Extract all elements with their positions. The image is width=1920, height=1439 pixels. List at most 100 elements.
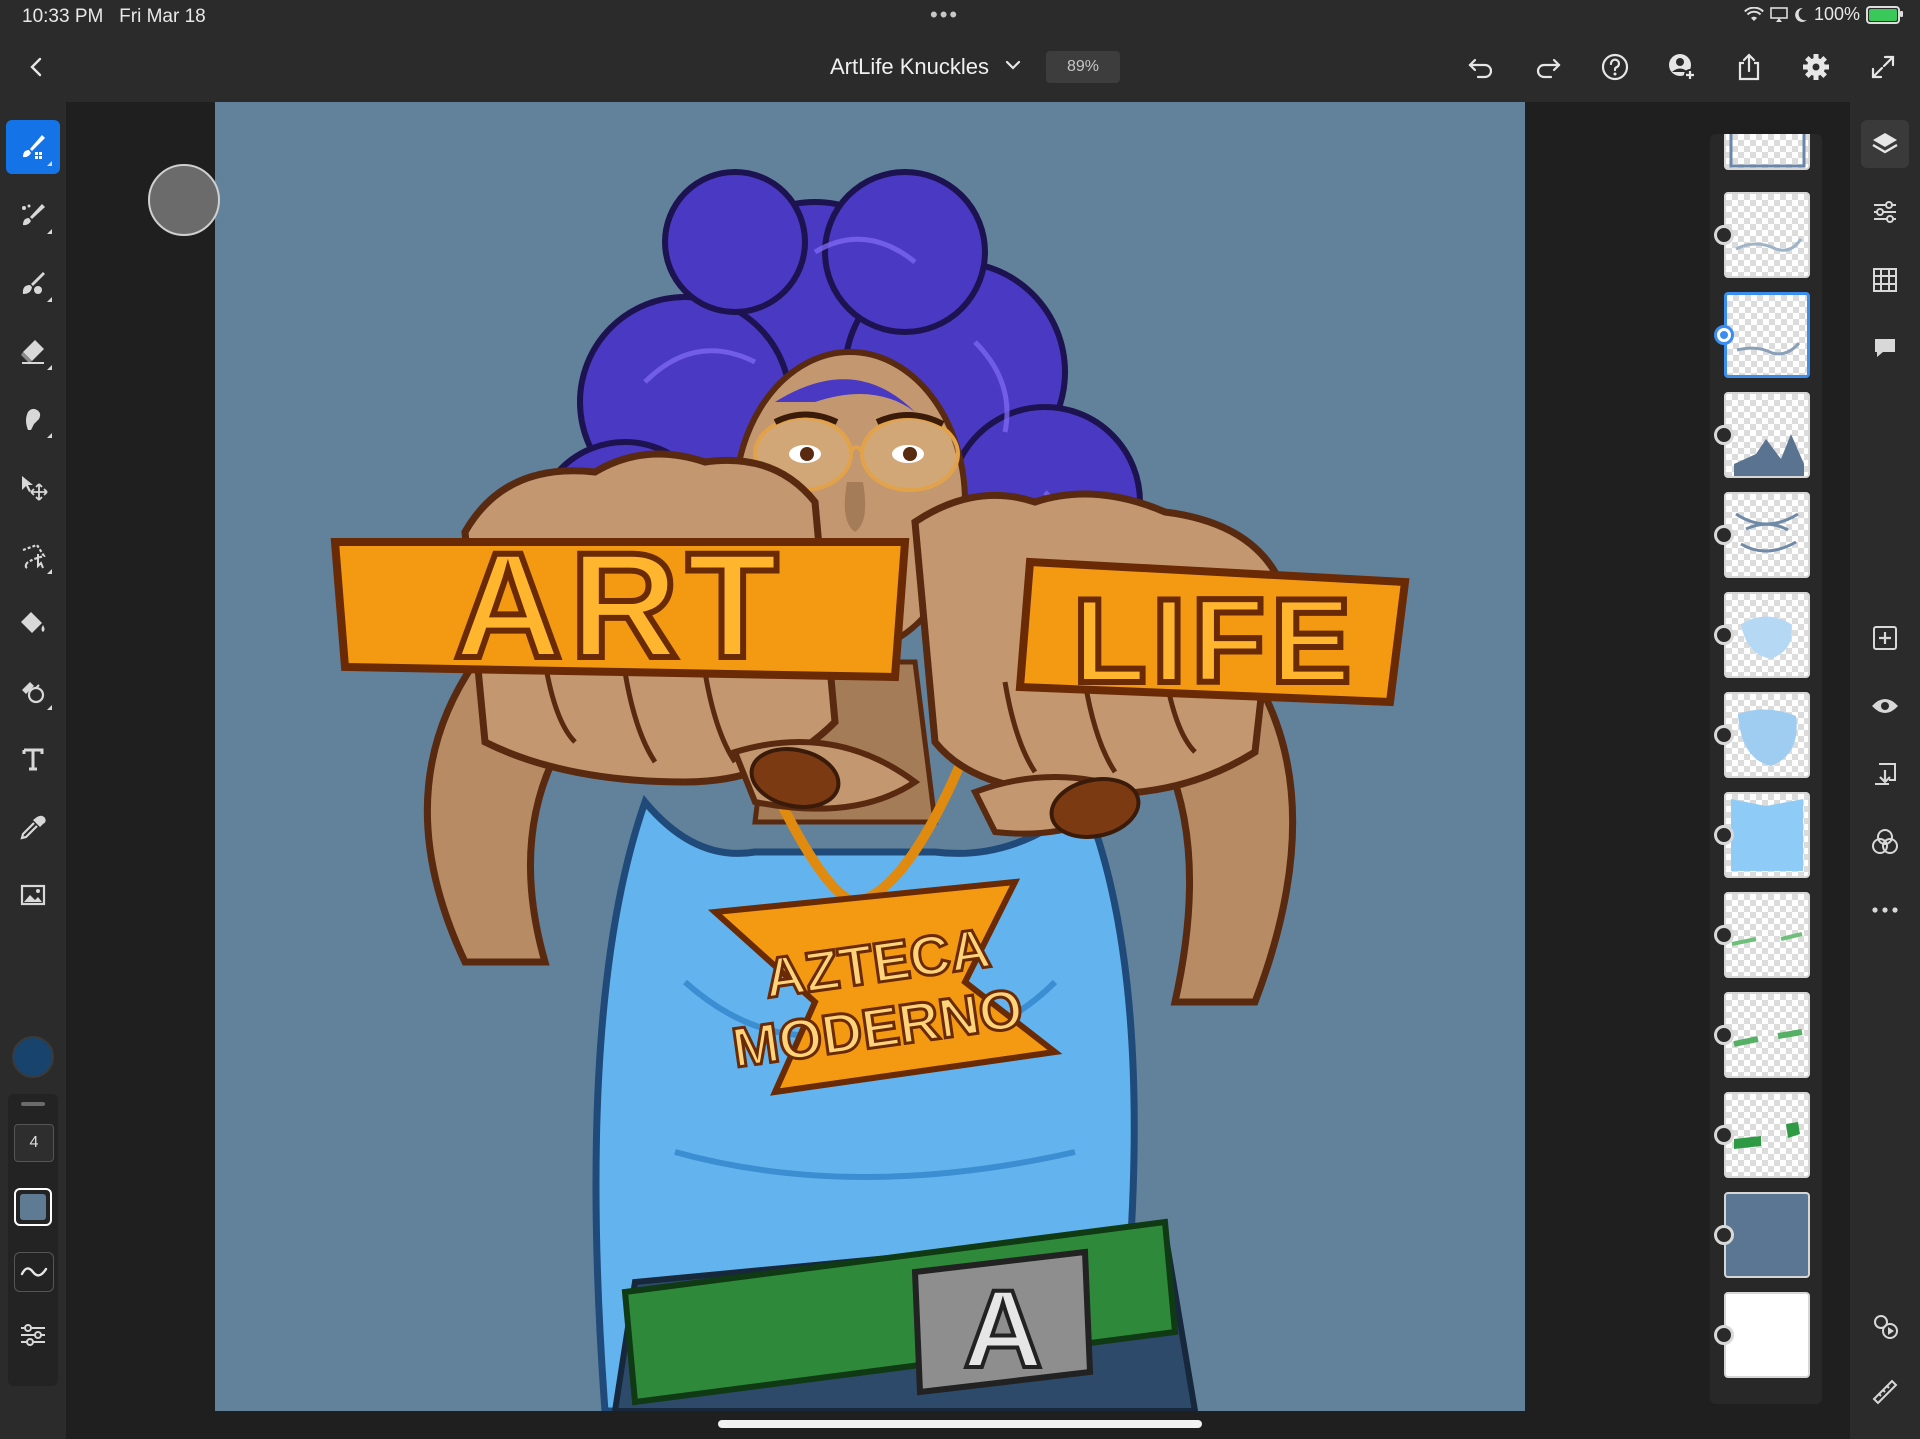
layer-thumbnail[interactable] [1724,134,1810,170]
layer-visibility-dot[interactable] [1714,225,1734,245]
panel-grip[interactable] [21,1102,45,1106]
adjustments-button[interactable] [1861,188,1909,236]
brush-tool[interactable] [6,120,60,174]
undo-button[interactable] [1464,50,1498,84]
artwork-canvas[interactable]: AZTECA MODERNO ART LIFE A [215,102,1525,1411]
image-place-icon [20,884,46,906]
clone-stamp-tool[interactable] [6,664,60,718]
undo-icon [1468,58,1493,79]
brush-options-button[interactable] [14,1316,52,1354]
lasso-icon [22,543,46,569]
multitasking-dots[interactable]: ••• [930,2,959,28]
redo-icon [1536,58,1561,79]
layer-visibility-dot[interactable] [1714,925,1734,945]
layer-visibility-dot[interactable] [1714,1025,1734,1045]
smoothing-wave-icon [20,1267,48,1277]
wifi-icon [1744,6,1764,21]
pixel-brush-icon [22,204,45,226]
help-icon [1601,53,1629,81]
move-tool[interactable] [6,460,60,514]
add-layer-icon [1873,626,1897,650]
moon-icon [1795,7,1807,22]
paint-bucket-tool[interactable] [6,596,60,650]
foreground-color-swatch[interactable] [12,1036,54,1078]
layers-button[interactable] [1861,120,1909,168]
pixel-brush-tool[interactable] [6,188,60,242]
visibility-button[interactable] [1861,682,1909,730]
layer-visibility-dot[interactable] [1714,825,1734,845]
settings-button[interactable] [1799,50,1833,84]
system-icons: 100% [1744,4,1903,25]
add-layer-button[interactable] [1861,614,1909,662]
layer-thumbnail-base[interactable] [1724,1292,1810,1378]
layer-visibility-dot[interactable] [1714,1325,1734,1345]
layer-thumbnail[interactable] [1724,492,1810,578]
share-button[interactable] [1732,50,1766,84]
smoothing-button[interactable] [14,1252,54,1292]
fullscreen-button[interactable] [1866,50,1900,84]
comments-button[interactable] [1861,324,1909,372]
brush-settings-panel: 4 [8,1094,58,1386]
merge-down-icon [1875,763,1896,785]
back-button[interactable] [22,50,50,84]
type-tool[interactable] [6,732,60,786]
history-button[interactable] [1861,1302,1909,1350]
status-bar: 10:33 PM Fri Mar 18 ••• 100% [0,0,1920,34]
type-icon [22,748,44,771]
help-button[interactable] [1598,50,1632,84]
layer-thumbnail-selected[interactable] [1724,292,1810,378]
chevron-left-icon [30,57,42,77]
home-indicator[interactable] [718,1420,1202,1428]
layer-thumbnail[interactable] [1724,992,1810,1078]
layer-thumbnail[interactable] [1724,1092,1810,1178]
screen-mirror-icon [1770,6,1788,22]
invite-button[interactable] [1665,50,1699,84]
layer-visibility-dot[interactable] [1714,525,1734,545]
eraser-tool[interactable] [6,324,60,378]
smudge-tool[interactable] [6,392,60,446]
layers-icon [1872,133,1898,154]
status-time: 10:33 PM Fri Mar 18 [22,6,206,27]
chevron-down-icon [1005,60,1021,70]
clone-stamp-icon [22,682,45,704]
layer-thumbnail[interactable] [1724,692,1810,778]
layer-visibility-dot[interactable] [1714,1125,1734,1145]
layer-thumbnail[interactable] [1724,792,1810,878]
layer-visibility-dot[interactable] [1714,425,1734,445]
layer-visibility-dot[interactable] [1714,625,1734,645]
document-title[interactable]: ArtLife Knuckles [830,54,989,80]
brush-size-value[interactable]: 4 [14,1124,54,1162]
settings-icon [1803,54,1829,80]
layer-thumbnail-background-color[interactable] [1724,1192,1810,1278]
layer-visibility-dot[interactable] [1714,725,1734,745]
visibility-icon [1872,699,1898,713]
redo-button[interactable] [1531,50,1565,84]
lasso-tool[interactable] [6,528,60,582]
mixer-brush-icon [22,272,45,294]
blend-modes-button[interactable] [1861,818,1909,866]
layer-thumbnail[interactable] [1724,892,1810,978]
opacity-swatch[interactable] [14,1188,52,1226]
layer-thumbnail[interactable] [1724,392,1810,478]
eyedropper-tool[interactable] [6,800,60,854]
smudge-icon [26,408,41,430]
grid-icon [1873,268,1897,292]
layer-thumbnail[interactable] [1724,592,1810,678]
more-options-button[interactable] [1861,886,1909,934]
mixer-brush-tool[interactable] [6,256,60,310]
document-menu-button[interactable] [1004,56,1022,74]
blend-modes-icon [1872,829,1898,854]
grid-button[interactable] [1861,256,1909,304]
belt-buckle-text: A [963,1268,1042,1391]
battery-percent: 100% [1813,4,1860,24]
app-header: ArtLife Knuckles 89% [0,34,1920,103]
layer-visibility-dot-selected[interactable] [1714,325,1734,345]
ruler-button[interactable] [1861,1368,1909,1416]
layer-thumbnail[interactable] [1724,192,1810,278]
merge-down-button[interactable] [1861,750,1909,798]
ruler-icon [1872,1379,1898,1405]
place-image-tool[interactable] [6,868,60,922]
zoom-level[interactable]: 89% [1046,51,1120,83]
more-icon [1872,907,1898,913]
layer-visibility-dot[interactable] [1714,1225,1734,1245]
